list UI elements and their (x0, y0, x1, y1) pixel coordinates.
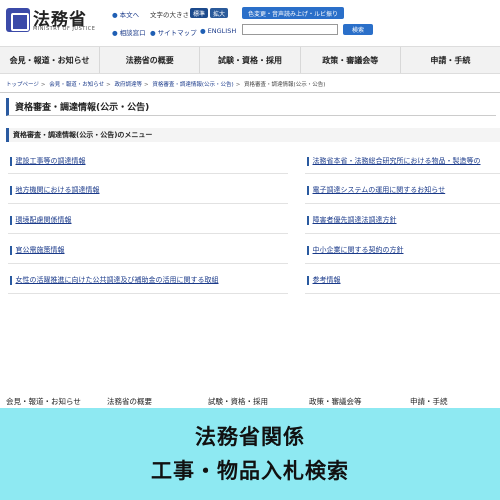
row-divider (8, 263, 288, 264)
font-large-button[interactable]: 拡大 (210, 8, 228, 18)
footer-nav-exams[interactable]: 試験・資格・採用 (208, 396, 268, 407)
breadcrumb-current: 資格審査・調達情報(公示・公告) (244, 82, 326, 88)
menu-link-goods-manufacturing[interactable]: 法務省本省・法務総合研究所における物品・製造等の (307, 156, 500, 166)
menu-link-public-demand[interactable]: 官公需施策情報 (10, 245, 65, 255)
font-size-label: 文字の大きさ (150, 11, 189, 19)
menu-heading: 資格審査・調達情報(公示・公告)のメニュー (6, 128, 500, 142)
consult-link[interactable]: ● 相談窓口 (112, 27, 146, 37)
menu-link-reference[interactable]: 参考情報 (307, 275, 341, 285)
row-divider (305, 233, 500, 234)
footer-nav-overview[interactable]: 法務省の概要 (107, 396, 152, 407)
nav-item-applications[interactable]: 申請・手続 (401, 47, 500, 73)
breadcrumb: トップページ > 会見・報道・お知らせ > 政府調達等 > 資格審査・調達情報(公示・… (6, 82, 326, 88)
breadcrumb-procurement[interactable]: 政府調達等 (115, 82, 143, 88)
overlay-banner: 法務省関係 工事・物品入札検索 (0, 408, 500, 500)
breadcrumb-press[interactable]: 会見・報道・お知らせ (49, 82, 104, 88)
row-divider (8, 293, 288, 294)
nav-item-overview[interactable]: 法務省の概要 (100, 47, 201, 73)
row-divider (305, 173, 500, 174)
breadcrumb-divider (0, 92, 500, 93)
search-button[interactable]: 検索 (343, 24, 373, 35)
nav-item-press[interactable]: 会見・報道・お知らせ (0, 47, 101, 73)
global-nav: 会見・報道・お知らせ 法務省の概要 試験・資格・採用 政策・審議会等 申請・手続 (0, 46, 500, 74)
nav-item-policy[interactable]: 政策・審議会等 (301, 47, 401, 73)
breadcrumb-top[interactable]: トップページ (6, 82, 39, 88)
page-title: 資格審査・調達情報(公示・公告) (6, 98, 496, 116)
footer-nav-press[interactable]: 会見・報道・お知らせ (6, 396, 81, 407)
menu-link-disability-priority[interactable]: 障害者優先調達法調達方針 (307, 215, 397, 225)
row-divider (8, 203, 288, 204)
footer-nav-applications[interactable]: 申請・手続 (410, 396, 448, 407)
site-header: 法務省 MINISTRY OF JUSTICE ● 本文へ 文字の大きさ 標準 拡… (0, 0, 500, 42)
breadcrumb-qualification[interactable]: 資格審査・調達情報(公示・公告) (152, 82, 233, 88)
font-standard-button[interactable]: 標準 (190, 8, 208, 18)
menu-link-environment[interactable]: 環境配慮関係情報 (10, 215, 72, 225)
accessibility-button[interactable]: 色変更・音声読み上げ・ルビ振り (242, 7, 344, 19)
footer-nav-policy[interactable]: 政策・審議会等 (309, 396, 362, 407)
row-divider (8, 233, 288, 234)
menu-link-construction[interactable]: 建設工事等の調達情報 (10, 156, 86, 166)
banner-line-1: 法務省関係 (195, 425, 305, 449)
menu-link-regional[interactable]: 地方機関における調達情報 (10, 185, 100, 195)
menu-link-women-activity[interactable]: 女性の活躍推進に向けた公共調達及び補助金の活用に関する取組 (10, 275, 219, 285)
row-divider (8, 173, 288, 174)
sitemap-link[interactable]: ● サイトマップ (150, 27, 197, 37)
skip-to-main-link[interactable]: ● 本文へ (112, 9, 139, 19)
ministry-logo-icon[interactable] (6, 8, 30, 32)
row-divider (305, 263, 500, 264)
english-link[interactable]: ● ENGLISH (200, 27, 236, 35)
nav-item-exams[interactable]: 試験・資格・採用 (200, 47, 301, 73)
banner-line-2: 工事・物品入札検索 (151, 459, 349, 483)
menu-link-e-procurement[interactable]: 電子調達システムの運用に関するお知らせ (307, 185, 445, 195)
row-divider (305, 293, 500, 294)
menu-link-sme-contract[interactable]: 中小企業に関する契約の方針 (307, 245, 404, 255)
row-divider (305, 203, 500, 204)
site-subtitle: MINISTRY OF JUSTICE (33, 26, 96, 32)
search-input[interactable] (242, 24, 338, 35)
